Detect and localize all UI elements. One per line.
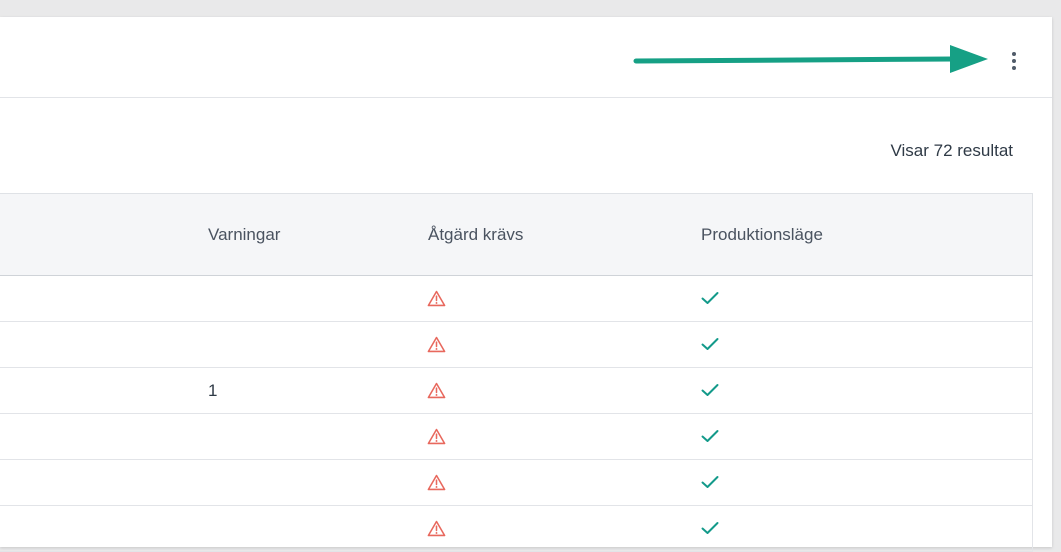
check-icon xyxy=(701,521,719,535)
alert-triangle-icon xyxy=(427,474,446,491)
check-icon xyxy=(701,291,719,305)
table-header: Varningar Åtgärd krävs Produktionsläge xyxy=(0,193,1033,276)
column-header-production-mode[interactable]: Produktionsläge xyxy=(701,225,823,245)
top-toolbar xyxy=(0,17,1052,98)
check-icon xyxy=(701,383,719,397)
more-vertical-icon-dot xyxy=(1012,59,1016,63)
table-row[interactable] xyxy=(0,460,1033,506)
table-row[interactable] xyxy=(0,414,1033,460)
column-header-warnings[interactable]: Varningar xyxy=(208,225,280,245)
check-icon xyxy=(701,429,719,443)
table-body: 1 xyxy=(0,276,1033,552)
content-card: Visar 72 resultat Varningar Åtgärd krävs… xyxy=(0,17,1052,552)
annotation-arrow xyxy=(633,45,988,73)
more-vertical-icon-dot xyxy=(1012,66,1016,70)
alert-triangle-icon xyxy=(427,336,446,353)
check-icon xyxy=(701,337,719,351)
more-vertical-icon-dot xyxy=(1012,52,1016,56)
alert-triangle-icon xyxy=(427,520,446,537)
alert-triangle-icon xyxy=(427,428,446,445)
results-count: Visar 72 resultat xyxy=(890,141,1013,160)
warnings-cell: 1 xyxy=(208,381,218,400)
more-options-button[interactable] xyxy=(996,43,1032,79)
results-table: Varningar Åtgärd krävs Produktionsläge 1 xyxy=(0,193,1033,552)
table-row[interactable] xyxy=(0,506,1033,552)
alert-triangle-icon xyxy=(427,290,446,307)
column-header-action-required[interactable]: Åtgärd krävs xyxy=(428,225,523,245)
check-icon xyxy=(701,475,719,489)
table-row[interactable] xyxy=(0,276,1033,322)
table-row[interactable]: 1 xyxy=(0,368,1033,414)
table-row[interactable] xyxy=(0,322,1033,368)
alert-triangle-icon xyxy=(427,382,446,399)
